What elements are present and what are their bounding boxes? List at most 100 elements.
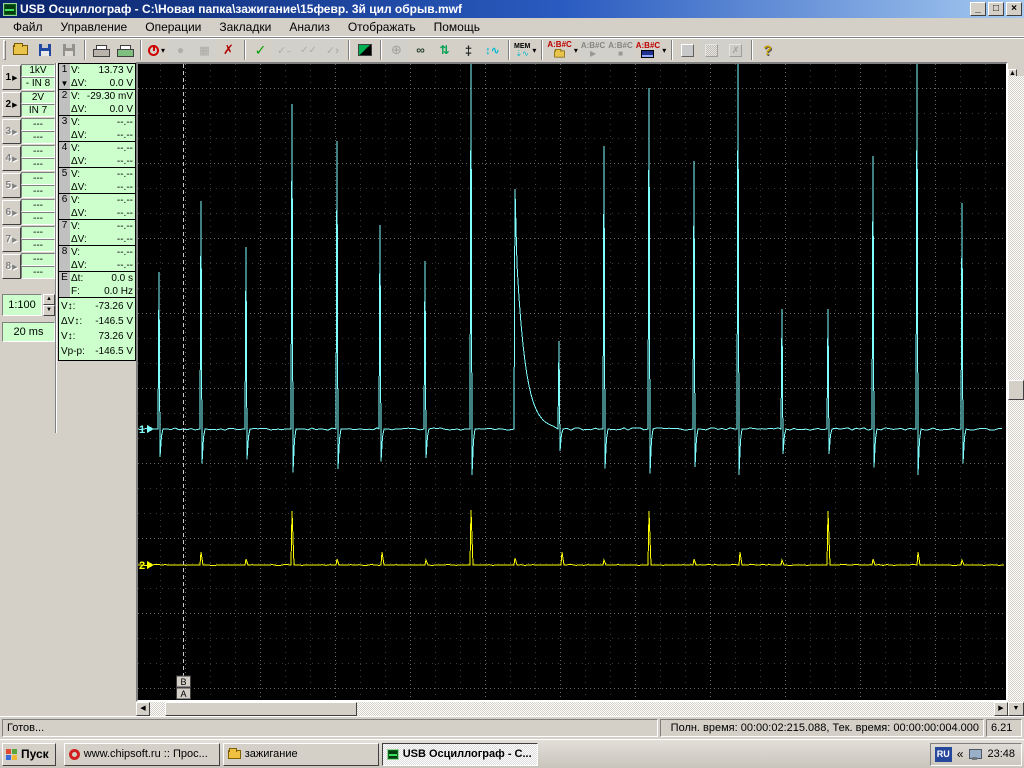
scroll-left-button[interactable]: ◀: [136, 702, 150, 716]
dropdown-arrow-icon[interactable]: ▾: [532, 46, 536, 55]
voltage-line: V:--.--: [71, 194, 133, 207]
find-signal-button[interactable]: ∞: [409, 39, 432, 61]
center-trace-button[interactable]: ‡: [457, 39, 480, 61]
language-indicator[interactable]: RU: [935, 747, 952, 762]
channel-input-8: ---: [21, 266, 55, 279]
voltage-line: V:-29.30 mV: [71, 90, 133, 103]
memory-button[interactable]: MEM⇣∿▾: [513, 39, 537, 61]
timebase-value: 20 ms: [2, 322, 55, 342]
scope-canvas[interactable]: 12BA: [138, 64, 1006, 700]
help-button[interactable]: ?: [756, 39, 779, 61]
channel-button-2[interactable]: 2▶: [2, 92, 21, 117]
task-label: USB Осциллограф - C...: [403, 748, 532, 760]
probe-spinner-down[interactable]: ▼: [43, 305, 55, 316]
channel-button-7[interactable]: 7▶: [2, 227, 21, 252]
vertical-scroll-thumb[interactable]: [1008, 380, 1024, 400]
measure-channel-number: 1▼: [59, 64, 70, 89]
minimize-button[interactable]: _: [970, 2, 986, 16]
tray-expand-chevron[interactable]: «: [957, 748, 964, 760]
voltage-line: V:--.--: [71, 168, 133, 181]
measure-row-1: 1▼V:13.73 VΔV:0.0 V: [59, 64, 135, 90]
channel-button-6[interactable]: 6▶: [2, 200, 21, 225]
open-file-button[interactable]: [9, 39, 32, 61]
cursor-measurements: V↕:-73.26 VΔV↕:-146.5 VV↕:73.26 VVp-p:-1…: [59, 298, 135, 360]
horizontal-scroll-thumb[interactable]: [165, 702, 357, 716]
channel-range-1: 1kV: [21, 64, 55, 77]
print-button[interactable]: [89, 39, 112, 61]
channel-settings-7: ------: [21, 226, 55, 253]
status-version: 6.21: [986, 719, 1022, 737]
start-button[interactable]: Пуск: [2, 743, 56, 766]
task-folder[interactable]: зажигание: [223, 743, 379, 766]
measure-row-4: 4V:--.--ΔV:--.--: [59, 142, 135, 168]
script-open-button[interactable]: A:B#C▾: [546, 39, 578, 61]
toolbar-separator: [751, 40, 753, 60]
scroll-right-button[interactable]: ▶: [994, 702, 1008, 716]
task-oscilloscope[interactable]: USB Осциллограф - C...: [382, 743, 538, 766]
channel-range-4: ---: [21, 145, 55, 158]
autoscale-button[interactable]: ↕∿: [481, 39, 504, 61]
scope-icon: [387, 749, 399, 760]
menu-item-2[interactable]: Управление: [52, 19, 137, 35]
pane-single-button[interactable]: [676, 39, 699, 61]
measure-row-3: 3V:--.--ΔV:--.--: [59, 116, 135, 142]
channel-button-5[interactable]: 5▶: [2, 173, 21, 198]
menu-item-4[interactable]: Закладки: [210, 19, 280, 35]
system-tray: RU « 23:48: [930, 743, 1022, 766]
menu-item-1[interactable]: Файл: [4, 19, 52, 35]
dropdown-arrow-icon[interactable]: ▾: [574, 46, 578, 55]
measure-channel-number: 5: [59, 168, 70, 193]
maximize-button[interactable]: □: [988, 2, 1004, 16]
menu-item-7[interactable]: Помощь: [425, 19, 489, 35]
vertical-scrollbar[interactable]: ▲ ▼: [1008, 62, 1024, 716]
probe-spinner-up[interactable]: ▲: [43, 294, 55, 305]
snapshot-button: ▦: [193, 39, 216, 61]
measure-channel-number: 2: [59, 90, 70, 115]
dropdown-arrow-icon[interactable]: ▾: [662, 46, 666, 55]
probe-ratio-value: 1:100: [2, 294, 42, 316]
measure-values: V:--.--ΔV:--.--: [70, 142, 135, 167]
title-bar: USB Осциллограф - C:\Новая папка\зажиган…: [0, 0, 1024, 18]
delete-button[interactable]: ✗: [217, 39, 240, 61]
record-button[interactable]: ▾: [145, 39, 168, 61]
toolbar: ▾●▦✗✓✓₋✓✓✓›⊕∞⇅‡↕∿MEM⇣∿▾A:B#C▾A:B#C▶A:B#C…: [0, 37, 1024, 62]
channel-button-4[interactable]: 4▶: [2, 146, 21, 171]
check-next-button: ✓›: [321, 39, 344, 61]
channel-button-3[interactable]: 3▶: [2, 119, 21, 144]
event-values: Δt:0.0 sF:0.0 Hz: [70, 272, 135, 297]
menu-item-3[interactable]: Операции: [136, 19, 210, 35]
print-settings-button[interactable]: [113, 39, 136, 61]
script-run-button: A:B#C▶: [580, 39, 606, 61]
toolbar-grip[interactable]: [3, 40, 6, 60]
oscilloscope-display[interactable]: 12BA: [136, 62, 1008, 702]
status-time-info: Полн. время: 00:00:02:215.088, Тек. врем…: [660, 719, 984, 737]
display-mode-button[interactable]: [353, 39, 376, 61]
channel-button-8[interactable]: 8▶: [2, 254, 21, 279]
voltage-line: V:--.--: [71, 220, 133, 233]
dropdown-arrow-icon[interactable]: ▾: [161, 46, 165, 55]
task-browser[interactable]: www.chipsoft.ru :: Прос...: [64, 743, 220, 766]
menu-item-5[interactable]: Анализ: [280, 19, 339, 35]
menu-item-6[interactable]: Отображать: [339, 19, 425, 35]
close-button[interactable]: ×: [1006, 2, 1022, 16]
fit-vertical-button[interactable]: ⇅: [433, 39, 456, 61]
channel-control-panel: 1▶1kV- IN 82▶2VIN 73▶------4▶------5▶---…: [0, 62, 136, 716]
measure-row-2: 2V:-29.30 mVΔV:0.0 V: [59, 90, 135, 116]
script-panel-button[interactable]: A:B#C▾: [635, 39, 667, 61]
delta-voltage-line: ΔV:--.--: [71, 155, 133, 168]
horizontal-scrollbar[interactable]: ◀ ▶: [136, 702, 1008, 716]
channel-button-1[interactable]: 1▶: [2, 65, 21, 90]
measure-channel-number: 3: [59, 116, 70, 141]
save-file-button[interactable]: [33, 39, 56, 61]
folder-icon: [228, 750, 241, 759]
cursor-handle-label: A: [180, 689, 186, 699]
network-icon[interactable]: [968, 749, 982, 760]
toolbar-separator: [348, 40, 350, 60]
apply-check-button[interactable]: ✓: [249, 39, 272, 61]
measure-channel-number: 4: [59, 142, 70, 167]
channel-row-7: 7▶------: [2, 226, 55, 253]
voltage-line: V:--.--: [71, 142, 133, 155]
cursor-value-line: V↕:73.26 V: [61, 329, 133, 344]
web-search-button: ⊕: [385, 39, 408, 61]
scroll-down-button[interactable]: ▼: [1008, 702, 1024, 716]
